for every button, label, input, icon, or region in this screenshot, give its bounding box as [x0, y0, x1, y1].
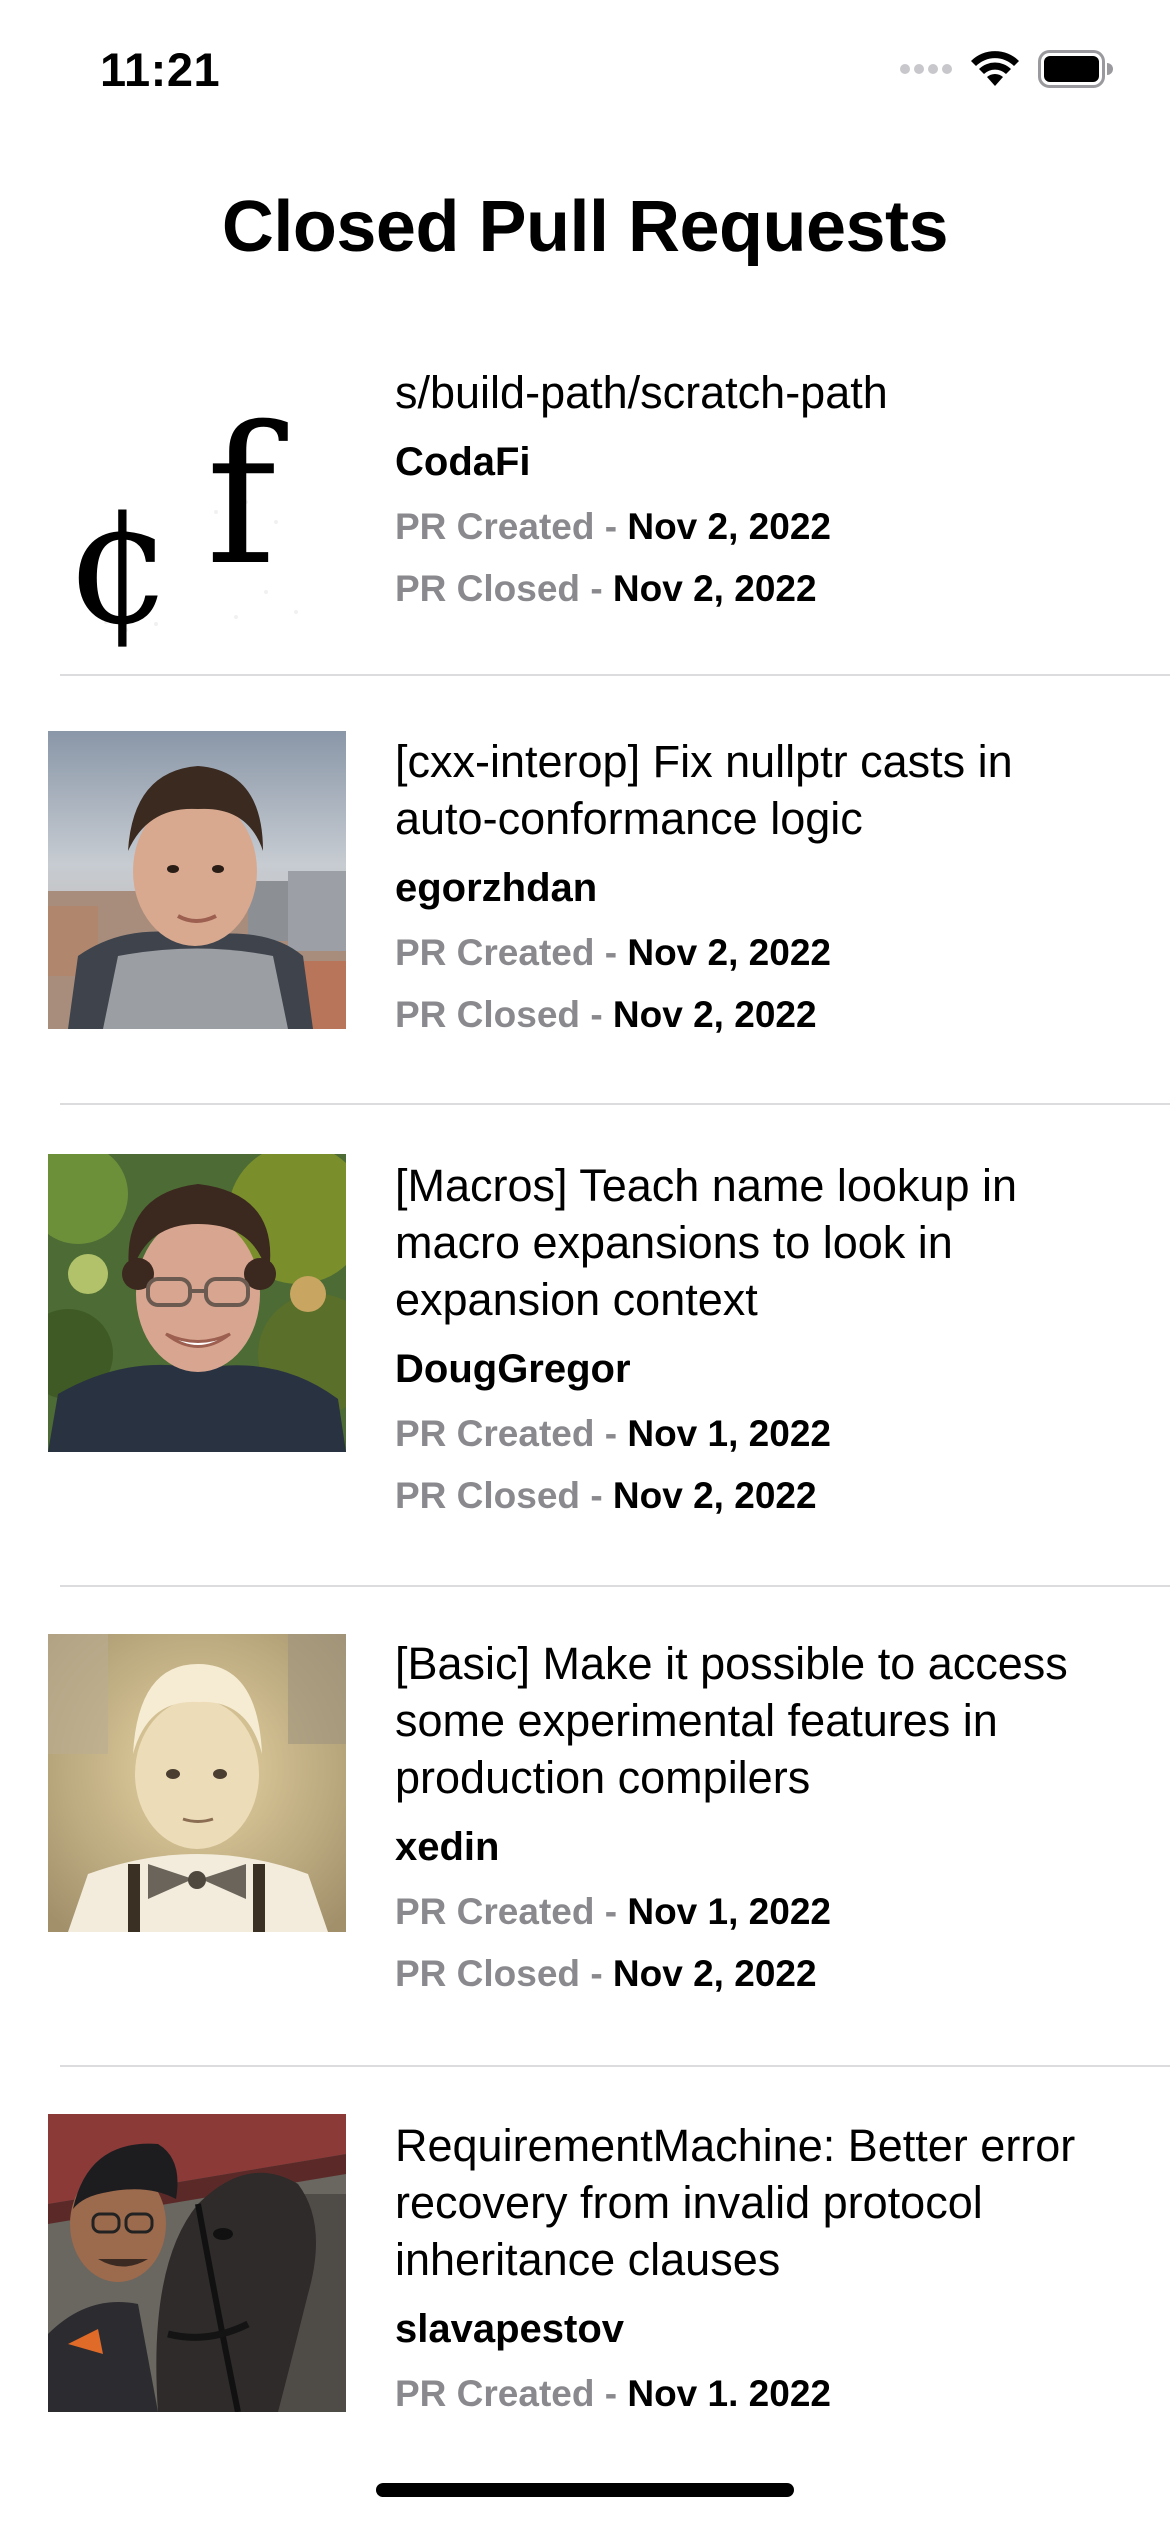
pr-title: [Macros] Teach name lookup in macro expa…: [395, 1160, 1018, 1325]
svg-text:f: f: [206, 386, 288, 607]
codafi-logo-icon: ¢ f: [66, 362, 346, 660]
pr-closed-date: Nov 2, 2022: [612, 1953, 817, 1994]
pr-closed-line: PR Closed - Nov 2, 2022: [395, 1474, 1120, 1518]
avatar-photo-icon: [48, 2114, 346, 2412]
pr-author: slavapestov: [395, 2307, 625, 2351]
pr-created-date: Nov 2, 2022: [627, 506, 831, 547]
status-bar: 11:21: [0, 0, 1170, 150]
page-title: Closed Pull Requests: [221, 187, 949, 267]
pull-request-row[interactable]: RequirementMachine: Better error recover…: [0, 2066, 1170, 2466]
pr-author: CodaFi: [395, 440, 531, 484]
pr-title: s/build-path/scratch-path: [395, 367, 888, 418]
pr-created-label: PR Created -: [395, 1413, 628, 1454]
svg-text:¢: ¢: [66, 465, 174, 660]
avatar-photo-icon: [48, 731, 346, 1029]
pr-title: [cxx-interop] Fix nullptr casts in auto-…: [395, 736, 1013, 844]
author-avatar: ¢ f: [60, 362, 346, 660]
row-divider: [60, 674, 1170, 676]
wifi-icon: [970, 50, 1020, 93]
pr-closed-label: PR Closed -: [395, 568, 613, 609]
avatar-photo-icon: [48, 1154, 346, 1452]
pr-created-date: Nov 1. 2022: [627, 2373, 831, 2414]
author-avatar: [48, 731, 346, 1029]
status-icons: [900, 50, 1114, 93]
pr-closed-date: Nov 2, 2022: [612, 568, 817, 609]
pr-created-date: Nov 2, 2022: [627, 932, 831, 973]
pull-request-list[interactable]: ¢ f s/build-path/scratch-path CodaFi PR …: [0, 362, 1170, 2466]
pr-title: [Basic] Make it possible to access some …: [395, 1638, 1068, 1803]
pr-created-line: PR Created - Nov 2, 2022: [395, 931, 1120, 975]
avatar-photo-icon: [48, 1634, 346, 1932]
pr-closed-date: Nov 2, 2022: [612, 994, 817, 1035]
pr-created-line: PR Created - Nov 1. 2022: [395, 2372, 1120, 2416]
pr-closed-line: PR Closed - Nov 2, 2022: [395, 567, 1120, 611]
pull-request-row[interactable]: [Macros] Teach name lookup in macro expa…: [0, 1105, 1170, 1585]
pr-author: DougGregor: [395, 1347, 631, 1391]
pr-closed-label: PR Closed -: [395, 994, 613, 1035]
pull-request-row[interactable]: [Basic] Make it possible to access some …: [0, 1585, 1170, 2066]
pr-created-label: PR Created -: [395, 1891, 628, 1932]
home-indicator[interactable]: [376, 2483, 794, 2497]
pr-created-line: PR Created - Nov 2, 2022: [395, 505, 1120, 549]
pr-created-date: Nov 1, 2022: [627, 1413, 831, 1454]
battery-icon: [1038, 50, 1114, 93]
pr-created-line: PR Created - Nov 1, 2022: [395, 1890, 1120, 1934]
pr-closed-line: PR Closed - Nov 2, 2022: [395, 1952, 1120, 1996]
author-avatar: [48, 1154, 346, 1452]
author-avatar: [48, 2114, 346, 2412]
pr-created-label: PR Created -: [395, 932, 628, 973]
pr-created-label: PR Created -: [395, 506, 628, 547]
pr-author: xedin: [395, 1825, 500, 1869]
pull-request-row[interactable]: ¢ f s/build-path/scratch-path CodaFi PR …: [0, 362, 1170, 682]
pr-closed-line: PR Closed - Nov 2, 2022: [395, 993, 1120, 1037]
pr-closed-label: PR Closed -: [395, 1953, 613, 1994]
pr-created-date: Nov 1, 2022: [627, 1891, 831, 1932]
pr-closed-date: Nov 2, 2022: [612, 1475, 817, 1516]
status-time: 11:21: [100, 43, 221, 96]
pr-closed-label: PR Closed -: [395, 1475, 613, 1516]
author-avatar: [48, 1634, 346, 1932]
pr-created-line: PR Created - Nov 1, 2022: [395, 1412, 1120, 1456]
pr-author: egorzhdan: [395, 866, 598, 910]
pr-created-label: PR Created -: [395, 2373, 628, 2414]
pull-request-row[interactable]: [cxx-interop] Fix nullptr casts in auto-…: [0, 682, 1170, 1105]
pr-title: RequirementMachine: Better error recover…: [395, 2120, 1076, 2285]
cellular-signal-icon: [900, 62, 952, 81]
